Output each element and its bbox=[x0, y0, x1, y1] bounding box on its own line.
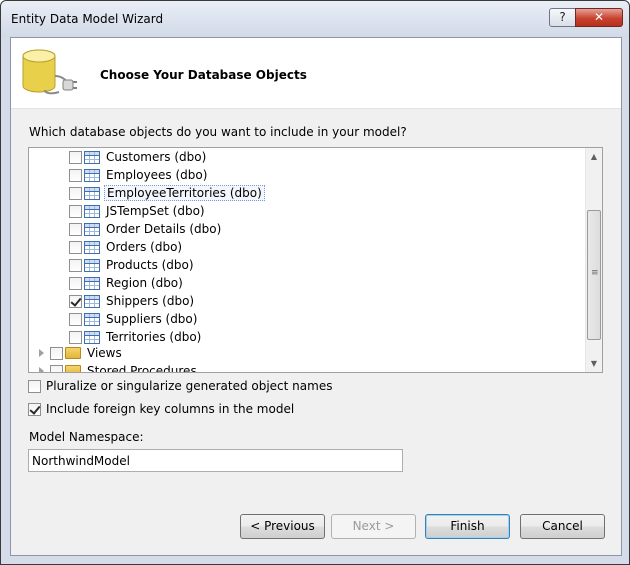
next-button[interactable]: Next > bbox=[331, 514, 416, 539]
window-title: Entity Data Model Wizard bbox=[11, 12, 164, 26]
foreign-key-option[interactable]: Include foreign key columns in the model bbox=[28, 402, 294, 416]
scroll-up-arrow-icon[interactable]: ▲ bbox=[586, 148, 602, 165]
tree-node-views[interactable]: Views bbox=[39, 344, 124, 362]
tree-item-table[interactable]: Suppliers (dbo) bbox=[69, 310, 199, 328]
table-icon bbox=[84, 276, 100, 290]
table-name-label: Order Details (dbo) bbox=[106, 222, 222, 236]
table-name-label: Region (dbo) bbox=[106, 276, 183, 290]
wizard-window: Entity Data Model Wizard ? ✕ Choose Your… bbox=[0, 0, 630, 565]
table-name-label: Suppliers (dbo) bbox=[106, 312, 198, 326]
pluralize-option[interactable]: Pluralize or singularize generated objec… bbox=[28, 379, 332, 393]
grip-icon: ≡ bbox=[591, 268, 599, 278]
tree-item-table[interactable]: Customers (dbo) bbox=[69, 148, 208, 166]
table-icon bbox=[84, 222, 100, 236]
table-checkbox[interactable] bbox=[69, 294, 82, 308]
wizard-client-area: Choose Your Database Objects Which datab… bbox=[10, 37, 622, 556]
table-checkbox[interactable] bbox=[69, 330, 82, 344]
expand-arrow-icon[interactable] bbox=[39, 367, 44, 372]
table-checkbox[interactable] bbox=[69, 258, 82, 272]
tree-item-table[interactable]: Region (dbo) bbox=[69, 274, 185, 292]
table-checkbox[interactable] bbox=[69, 150, 82, 164]
wizard-header: Choose Your Database Objects bbox=[11, 38, 621, 108]
table-name-label: Shippers (dbo) bbox=[106, 294, 195, 308]
table-name-label: Territories (dbo) bbox=[106, 330, 202, 344]
scroll-down-arrow-icon[interactable]: ▼ bbox=[586, 355, 602, 372]
table-checkbox[interactable] bbox=[69, 204, 82, 218]
cancel-button[interactable]: Cancel bbox=[520, 514, 605, 539]
wizard-body: Which database objects do you want to in… bbox=[11, 108, 621, 555]
table-icon bbox=[84, 168, 100, 182]
previous-button[interactable]: < Previous bbox=[240, 514, 325, 539]
table-checkbox[interactable] bbox=[69, 276, 82, 290]
finish-button[interactable]: Finish bbox=[425, 514, 510, 539]
table-checkbox[interactable] bbox=[69, 222, 82, 236]
table-checkbox[interactable] bbox=[69, 186, 82, 200]
namespace-label: Model Namespace: bbox=[29, 430, 144, 444]
pluralize-checkbox[interactable] bbox=[28, 379, 41, 393]
table-name-label: Products (dbo) bbox=[106, 258, 194, 272]
title-bar[interactable]: Entity Data Model Wizard ? ✕ bbox=[1, 1, 629, 37]
tree-item-table[interactable]: Employees (dbo) bbox=[69, 166, 209, 184]
objects-prompt: Which database objects do you want to in… bbox=[29, 125, 407, 139]
tree-item-table[interactable]: Products (dbo) bbox=[69, 256, 196, 274]
folder-icon bbox=[65, 365, 81, 372]
table-icon bbox=[84, 240, 100, 254]
table-name-label: EmployeeTerritories (dbo) bbox=[104, 185, 265, 201]
tree-item-table[interactable]: Shippers (dbo) bbox=[69, 292, 196, 310]
table-icon bbox=[84, 186, 100, 200]
database-connection-icon bbox=[22, 49, 77, 95]
table-name-label: Customers (dbo) bbox=[106, 150, 207, 164]
table-checkbox[interactable] bbox=[69, 240, 82, 254]
table-icon bbox=[84, 294, 100, 308]
tree-item-table[interactable]: EmployeeTerritories (dbo) bbox=[69, 184, 265, 202]
table-icon bbox=[84, 204, 100, 218]
table-icon bbox=[84, 258, 100, 272]
table-name-label: Employees (dbo) bbox=[106, 168, 208, 182]
database-objects-tree[interactable]: Customers (dbo) Employees (dbo) EmployeeTe… bbox=[28, 147, 603, 373]
views-checkbox[interactable] bbox=[50, 346, 63, 360]
tree-node-label: Views bbox=[87, 346, 122, 360]
stored-procedures-checkbox[interactable] bbox=[50, 364, 63, 372]
table-icon bbox=[84, 330, 100, 344]
tree-item-table[interactable]: JSTempSet (dbo) bbox=[69, 202, 207, 220]
table-checkbox[interactable] bbox=[69, 312, 82, 326]
tree-node-stored-procedures[interactable]: Stored Procedures bbox=[39, 362, 199, 373]
table-icon bbox=[84, 150, 100, 164]
folder-icon bbox=[65, 347, 81, 359]
scrollbar-thumb[interactable]: ≡ bbox=[587, 210, 601, 340]
tree-item-table[interactable]: Orders (dbo) bbox=[69, 238, 184, 256]
table-checkbox[interactable] bbox=[69, 168, 82, 182]
close-button[interactable]: ✕ bbox=[575, 8, 623, 27]
foreign-key-label: Include foreign key columns in the model bbox=[46, 402, 295, 416]
tree-item-table[interactable]: Order Details (dbo) bbox=[69, 220, 223, 238]
tree-scrollbar[interactable]: ▲ ≡ ▼ bbox=[585, 148, 602, 372]
namespace-input[interactable] bbox=[28, 449, 403, 472]
pluralize-label: Pluralize or singularize generated objec… bbox=[46, 379, 333, 393]
tree-node-label: Stored Procedures bbox=[87, 364, 197, 373]
table-icon bbox=[84, 312, 100, 326]
foreign-key-checkbox[interactable] bbox=[28, 402, 41, 416]
help-button[interactable]: ? bbox=[549, 8, 576, 27]
expand-arrow-icon[interactable] bbox=[39, 349, 44, 357]
table-name-label: JSTempSet (dbo) bbox=[106, 204, 205, 218]
page-title: Choose Your Database Objects bbox=[100, 68, 307, 82]
table-name-label: Orders (dbo) bbox=[106, 240, 183, 254]
